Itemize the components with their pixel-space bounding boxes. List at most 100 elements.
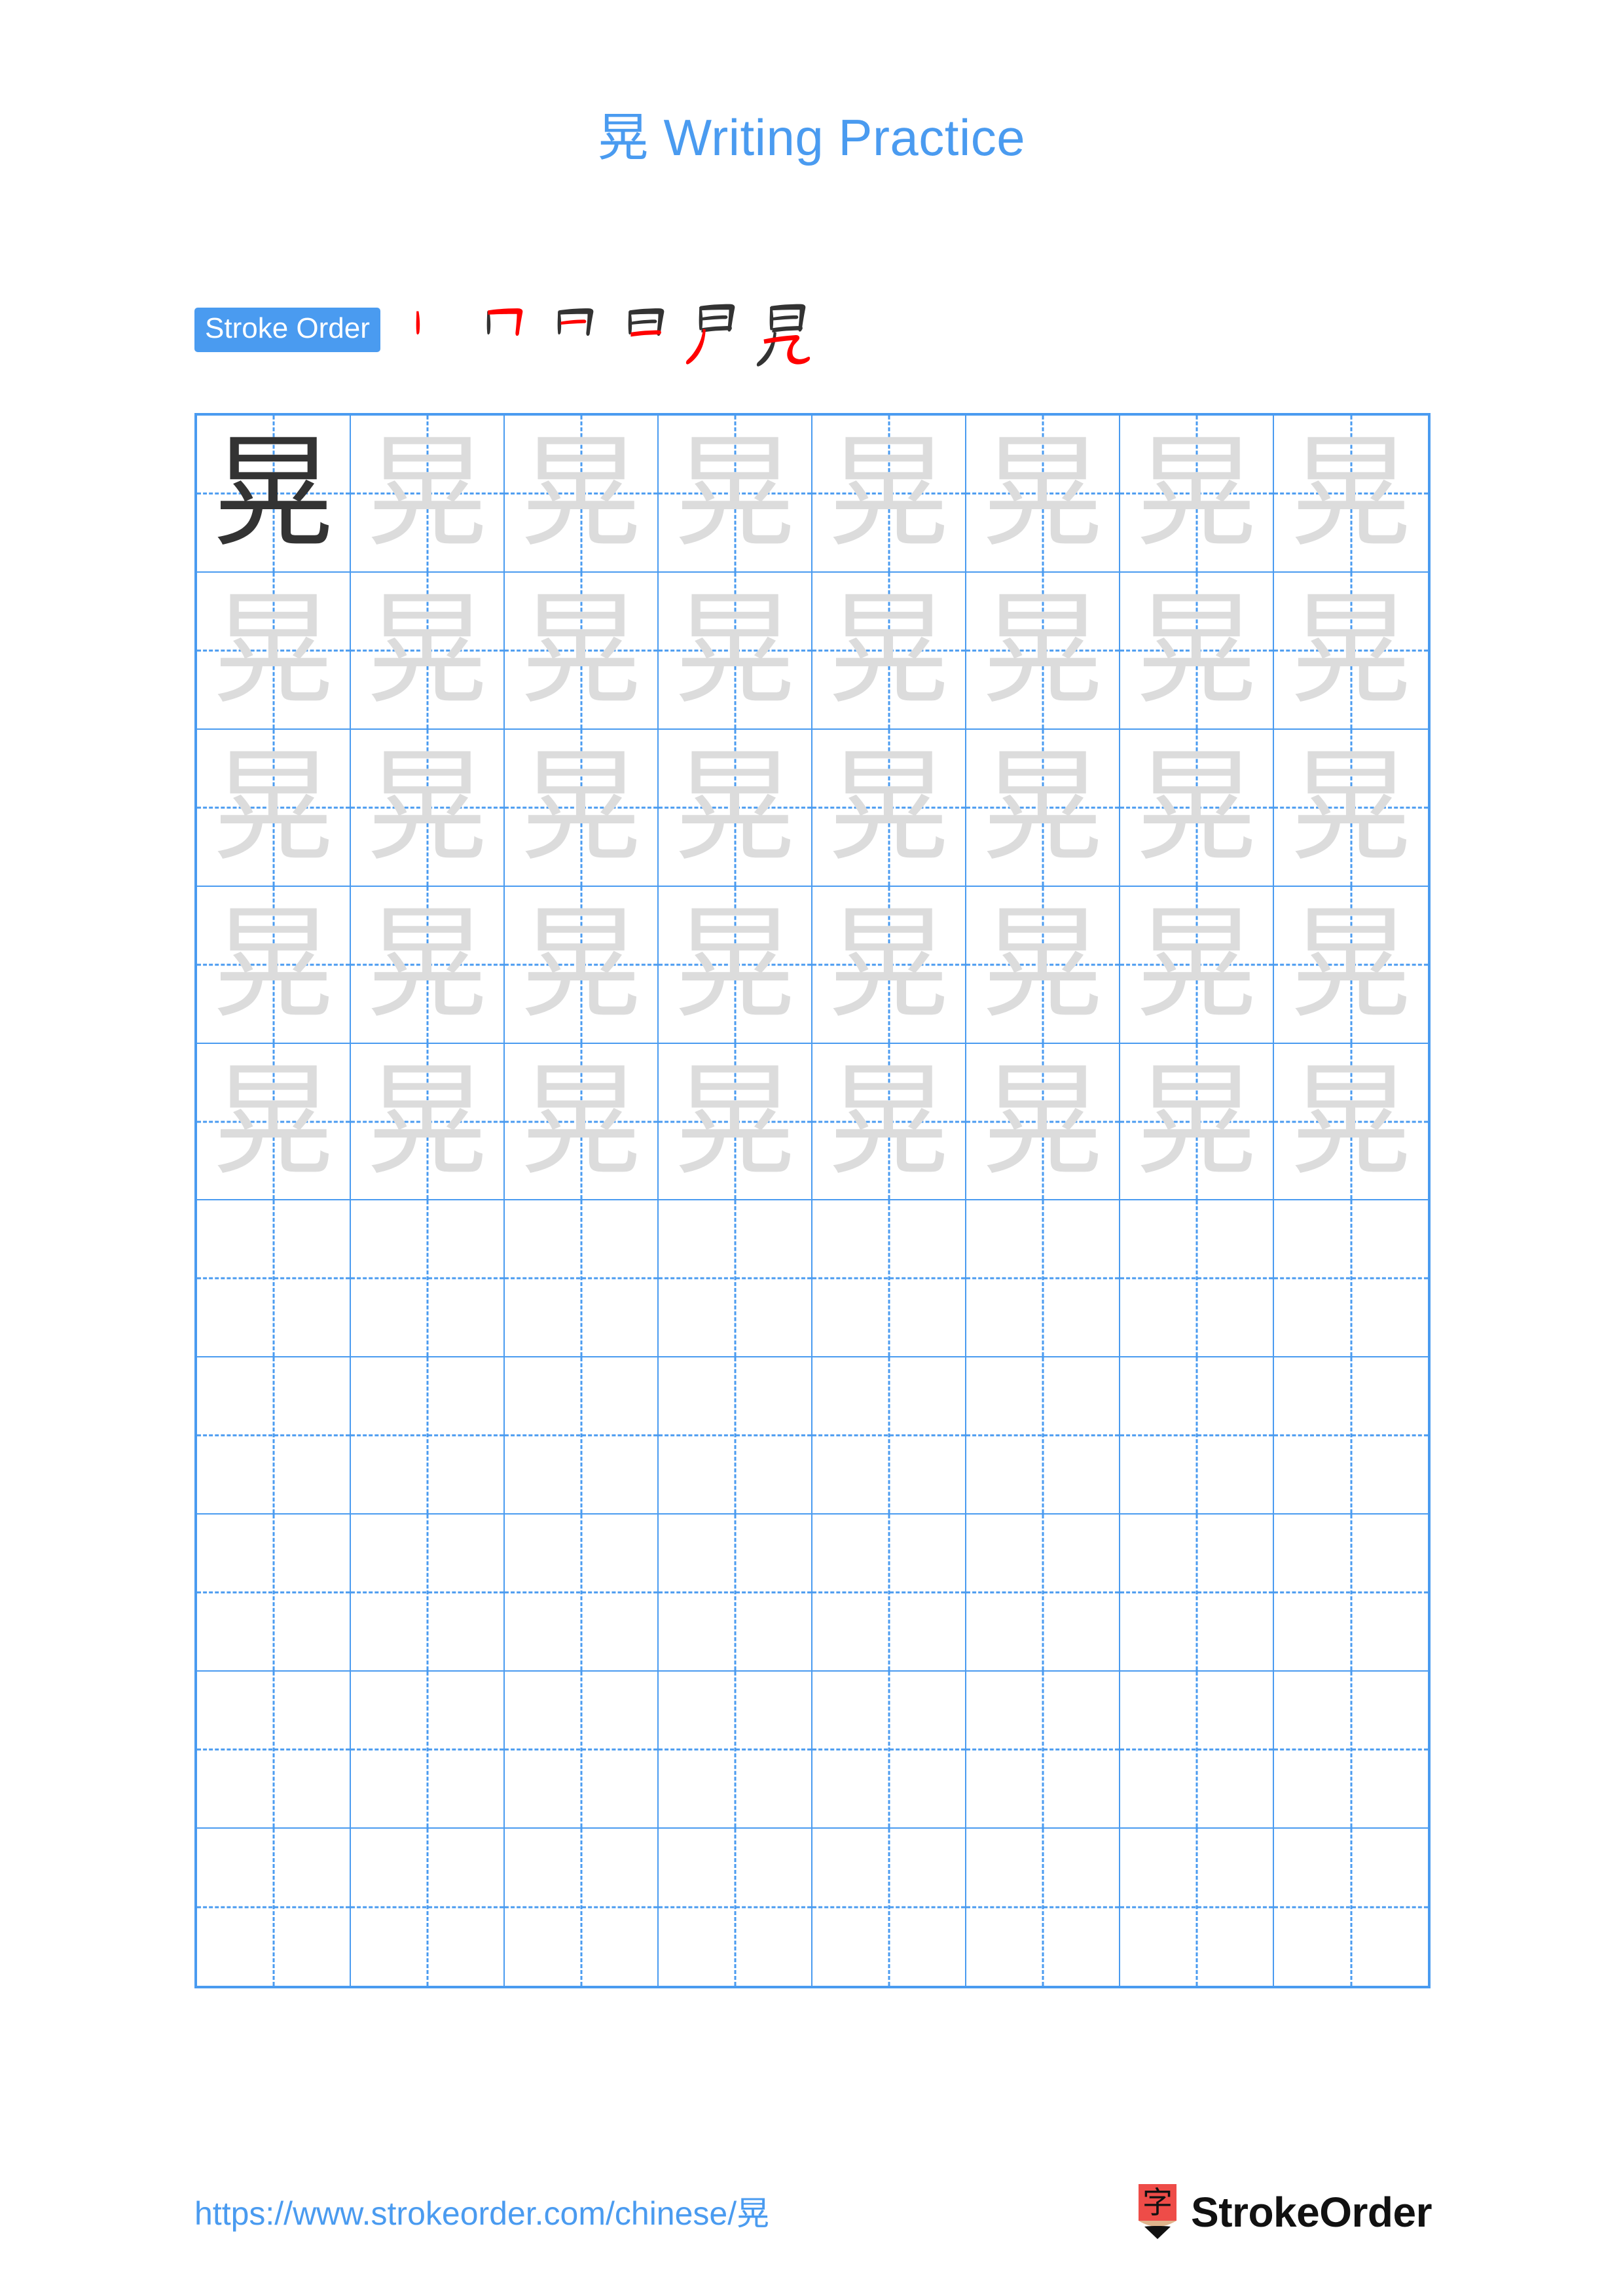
practice-cell-r5-c5[interactable]: 晃	[812, 1043, 966, 1201]
practice-cell-r3-c4[interactable]: 晃	[659, 729, 812, 887]
practice-cell-r2-c2[interactable]: 晃	[351, 572, 505, 730]
practice-cell-r1-c8[interactable]: 晃	[1274, 416, 1428, 573]
practice-cell-r9-c3[interactable]	[505, 1672, 659, 1829]
practice-cell-r8-c6[interactable]	[966, 1515, 1120, 1672]
practice-cell-r5-c4[interactable]: 晃	[659, 1043, 812, 1201]
practice-cell-r10-c6[interactable]	[966, 1829, 1120, 1986]
practice-cell-r8-c2[interactable]	[351, 1515, 505, 1672]
practice-cell-r1-c4[interactable]: 晃	[659, 416, 812, 573]
practice-cell-r4-c4[interactable]: 晃	[659, 886, 812, 1044]
practice-cell-r2-c8[interactable]: 晃	[1274, 573, 1428, 730]
trace-character: 晃	[674, 579, 795, 721]
practice-cell-r10-c8[interactable]	[1274, 1829, 1428, 1986]
practice-cell-r2-c7[interactable]: 晃	[1120, 572, 1274, 730]
practice-cell-r2-c6[interactable]: 晃	[966, 572, 1120, 730]
practice-cell-r6-c5[interactable]	[812, 1200, 966, 1358]
practice-cell-r8-c1[interactable]	[197, 1515, 351, 1672]
practice-cell-r1-c6[interactable]: 晃	[966, 416, 1120, 573]
practice-cell-r4-c1[interactable]: 晃	[197, 886, 351, 1044]
practice-cell-r7-c5[interactable]	[812, 1357, 966, 1515]
pencil-icon-character: 字	[1142, 2185, 1173, 2220]
brand-logo[interactable]: 字 StrokeOrder	[1136, 2179, 1432, 2245]
trace-character: 晃	[982, 579, 1103, 721]
practice-cell-r7-c3[interactable]	[505, 1357, 659, 1515]
practice-cell-r5-c2[interactable]: 晃	[351, 1043, 505, 1201]
practice-cell-r3-c6[interactable]: 晃	[966, 729, 1120, 887]
practice-cell-r6-c6[interactable]	[966, 1200, 1120, 1358]
practice-cell-r9-c5[interactable]	[812, 1672, 966, 1829]
practice-cell-r10-c5[interactable]	[812, 1829, 966, 1986]
practice-cell-r8-c4[interactable]	[659, 1515, 812, 1672]
practice-cell-r3-c3[interactable]: 晃	[505, 729, 659, 887]
practice-cell-r2-c4[interactable]: 晃	[659, 572, 812, 730]
practice-cell-r4-c7[interactable]: 晃	[1120, 886, 1274, 1044]
practice-cell-r7-c2[interactable]	[351, 1357, 505, 1515]
practice-cell-r8-c8[interactable]	[1274, 1515, 1428, 1672]
practice-cell-r8-c5[interactable]	[812, 1515, 966, 1672]
practice-cell-r5-c7[interactable]: 晃	[1120, 1043, 1274, 1201]
practice-cell-r5-c8[interactable]: 晃	[1274, 1044, 1428, 1201]
trace-character: 晃	[1290, 1050, 1412, 1193]
practice-cell-r7-c4[interactable]	[659, 1357, 812, 1515]
practice-cell-r7-c1[interactable]	[197, 1357, 351, 1515]
practice-cell-r8-c7[interactable]	[1120, 1515, 1274, 1672]
practice-cell-r3-c2[interactable]: 晃	[351, 729, 505, 887]
practice-cell-r1-c1[interactable]: 晃	[197, 416, 351, 573]
trace-character: 晃	[982, 1050, 1103, 1193]
practice-cell-r1-c2[interactable]: 晃	[351, 416, 505, 573]
practice-cell-r9-c6[interactable]	[966, 1672, 1120, 1829]
practice-cell-r5-c6[interactable]: 晃	[966, 1043, 1120, 1201]
practice-cell-r5-c1[interactable]: 晃	[197, 1043, 351, 1201]
practice-cell-r6-c2[interactable]	[351, 1200, 505, 1358]
practice-cell-r2-c1[interactable]: 晃	[197, 572, 351, 730]
practice-cell-r9-c4[interactable]	[659, 1672, 812, 1829]
practice-cell-r6-c3[interactable]	[505, 1200, 659, 1358]
practice-cell-r9-c7[interactable]	[1120, 1672, 1274, 1829]
trace-character: 晃	[1136, 579, 1257, 721]
practice-cell-r9-c2[interactable]	[351, 1672, 505, 1829]
practice-cell-r3-c8[interactable]: 晃	[1274, 730, 1428, 887]
practice-cell-r3-c1[interactable]: 晃	[197, 729, 351, 887]
stroke-order-badge: Stroke Order	[194, 308, 380, 352]
practice-cell-r3-c7[interactable]: 晃	[1120, 729, 1274, 887]
practice-cell-r1-c3[interactable]: 晃	[505, 416, 659, 573]
practice-cell-r9-c1[interactable]	[197, 1672, 351, 1829]
footer-url-link[interactable]: https://www.strokeorder.com/chinese/晃	[194, 2187, 769, 2234]
trace-character: 晃	[1290, 422, 1412, 564]
stroke-order-steps	[397, 298, 822, 369]
practice-cell-r4-c2[interactable]: 晃	[351, 886, 505, 1044]
practice-cell-r7-c8[interactable]	[1274, 1357, 1428, 1515]
practice-cell-r2-c5[interactable]: 晃	[812, 572, 966, 730]
practice-cell-r10-c2[interactable]	[351, 1829, 505, 1986]
page-title: 晃 Writing Practice	[0, 109, 1623, 167]
trace-character: 晃	[367, 893, 488, 1035]
practice-cell-r10-c4[interactable]	[659, 1829, 812, 1986]
practice-cell-r6-c8[interactable]	[1274, 1200, 1428, 1358]
practice-cell-r7-c7[interactable]	[1120, 1357, 1274, 1515]
practice-cell-r4-c5[interactable]: 晃	[812, 886, 966, 1044]
practice-cell-r5-c3[interactable]: 晃	[505, 1043, 659, 1201]
practice-cell-r1-c7[interactable]: 晃	[1120, 416, 1274, 573]
practice-cell-r1-c5[interactable]: 晃	[812, 416, 966, 573]
practice-cell-r6-c1[interactable]	[197, 1200, 351, 1358]
stroke-step-4	[610, 298, 680, 369]
trace-character: 晃	[367, 736, 488, 878]
trace-character: 晃	[982, 893, 1103, 1035]
footer: https://www.strokeorder.com/chinese/晃 字 …	[0, 2179, 1623, 2258]
practice-cell-r2-c3[interactable]: 晃	[505, 572, 659, 730]
practice-cell-r7-c6[interactable]	[966, 1357, 1120, 1515]
practice-cell-r10-c7[interactable]	[1120, 1829, 1274, 1986]
practice-cell-r9-c8[interactable]	[1274, 1672, 1428, 1829]
practice-cell-r4-c3[interactable]: 晃	[505, 886, 659, 1044]
practice-cell-r8-c3[interactable]	[505, 1515, 659, 1672]
practice-cell-r3-c5[interactable]: 晃	[812, 729, 966, 887]
trace-character: 晃	[1136, 422, 1257, 564]
trace-character: 晃	[1290, 893, 1412, 1035]
practice-cell-r6-c7[interactable]	[1120, 1200, 1274, 1358]
practice-cell-r4-c8[interactable]: 晃	[1274, 887, 1428, 1044]
practice-cell-r10-c3[interactable]	[505, 1829, 659, 1986]
practice-cell-r10-c1[interactable]	[197, 1829, 351, 1986]
trace-character: 晃	[520, 579, 642, 721]
practice-cell-r4-c6[interactable]: 晃	[966, 886, 1120, 1044]
practice-cell-r6-c4[interactable]	[659, 1200, 812, 1358]
